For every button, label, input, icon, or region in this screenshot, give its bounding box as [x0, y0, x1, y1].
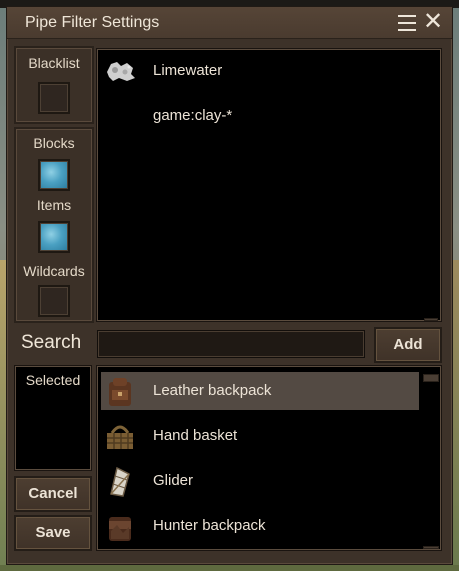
- search-input[interactable]: [97, 330, 365, 358]
- blacklist-label: Blacklist: [28, 55, 80, 71]
- filter-list-item[interactable]: Limewater: [101, 52, 419, 90]
- result-item-label: Hunter backpack: [153, 517, 266, 534]
- filter-list-scrollbar[interactable]: [424, 318, 438, 321]
- hand-basket-icon: [107, 425, 133, 449]
- leather-backpack-icon: [109, 378, 131, 406]
- menu-icon[interactable]: [398, 15, 416, 31]
- blocks-label: Blocks: [33, 135, 75, 151]
- items-checkbox[interactable]: [38, 221, 70, 253]
- glider-icon: [110, 466, 130, 497]
- limewater-icon: [107, 62, 135, 81]
- result-list-item[interactable]: Leather backpack: [101, 372, 419, 410]
- wildcards-checkbox[interactable]: [38, 285, 70, 317]
- blacklist-checkbox[interactable]: [38, 82, 70, 114]
- search-label: Search: [21, 332, 82, 353]
- items-label: Items: [36, 197, 72, 213]
- result-item-label: Leather backpack: [153, 382, 272, 399]
- filter-list[interactable]: Limewater game:clay-*: [96, 48, 442, 322]
- add-button-label: Add: [393, 336, 423, 353]
- result-list-item[interactable]: Hand basket: [101, 417, 419, 455]
- filter-list-item[interactable]: game:clay-*: [101, 97, 419, 135]
- results-list-scroll-end: [423, 546, 439, 549]
- result-item-label: Glider: [153, 472, 194, 489]
- result-item-label: Hand basket: [153, 427, 238, 444]
- cancel-button[interactable]: Cancel: [14, 476, 92, 512]
- results-list[interactable]: Leather backpack Hand basket Glider Hunt…: [96, 365, 442, 551]
- results-list-scrollbar[interactable]: [423, 374, 439, 382]
- window-title: Pipe Filter Settings: [25, 14, 160, 31]
- filter-item-label: Limewater: [153, 62, 223, 79]
- background-ground: [0, 565, 459, 571]
- blacklist-panel: Blacklist: [14, 46, 94, 124]
- blocks-checkbox[interactable]: [38, 159, 70, 191]
- titlebar[interactable]: Pipe Filter Settings ✕: [7, 7, 452, 39]
- cancel-button-label: Cancel: [28, 485, 78, 502]
- type-options-panel: Blocks Items Wildcards: [14, 127, 94, 323]
- save-button-label: Save: [35, 524, 71, 541]
- hunter-backpack-icon: [109, 517, 131, 541]
- selected-panel: Selected: [14, 365, 92, 471]
- add-button[interactable]: Add: [374, 327, 442, 363]
- wildcards-label: Wildcards: [23, 263, 85, 279]
- result-list-item[interactable]: Glider: [101, 462, 419, 500]
- pipe-filter-dialog: Pipe Filter Settings ✕ Blacklist Blocks …: [6, 6, 453, 565]
- result-list-item[interactable]: Hunter backpack: [101, 507, 419, 545]
- save-button[interactable]: Save: [14, 515, 92, 551]
- selected-label: Selected: [25, 372, 81, 388]
- close-icon[interactable]: ✕: [423, 10, 443, 34]
- filter-item-label: game:clay-*: [153, 107, 233, 124]
